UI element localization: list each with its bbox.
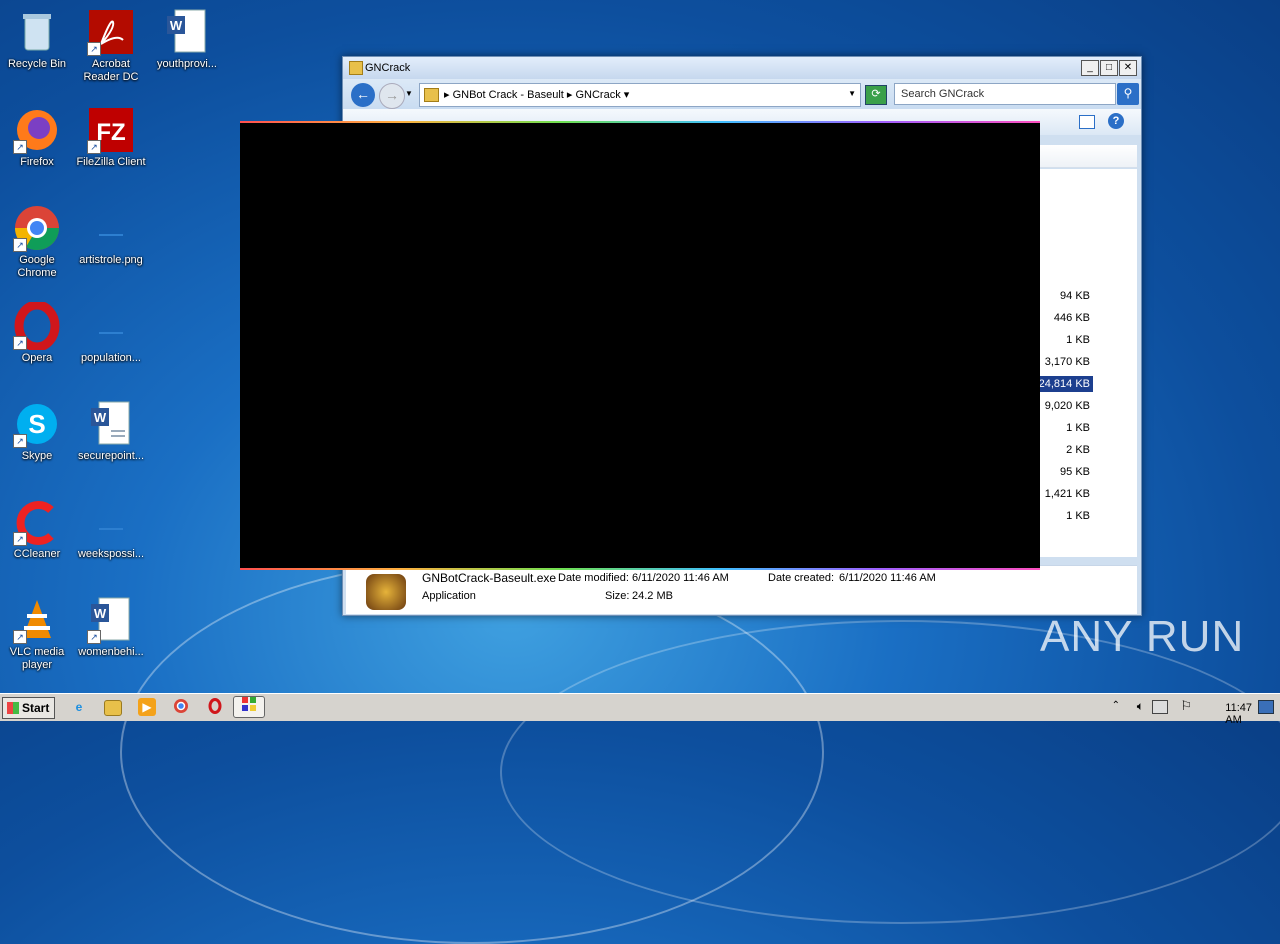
desktop-icon-acrobat[interactable]: ↗ Acrobat Reader DC <box>74 8 148 84</box>
taskbar: Start e ▶ ⌃ 🔈︎ ⚐ 11:47 AM <box>0 693 1280 726</box>
details-created-label: Date created: <box>768 572 835 584</box>
windows-logo-icon <box>7 702 19 714</box>
ccleaner-icon: ↗ <box>13 498 61 546</box>
details-type: Application <box>422 590 476 602</box>
shortcut-arrow-icon: ↗ <box>13 532 27 546</box>
media-player-icon[interactable]: ▶ <box>138 698 156 716</box>
application-icon <box>366 574 406 610</box>
file-size-cell[interactable]: 1 KB <box>1063 508 1093 524</box>
skype-icon: S ↗ <box>13 400 61 448</box>
details-size-label: Size: <box>605 590 630 602</box>
internet-explorer-icon[interactable]: e <box>70 698 88 716</box>
network-icon[interactable] <box>1152 700 1168 714</box>
file-size-cell[interactable]: 1 KB <box>1063 332 1093 348</box>
file-size-cell[interactable]: 24,814 KB <box>1035 376 1093 392</box>
shortcut-arrow-icon: ↗ <box>13 630 27 644</box>
file-size-cell[interactable]: 2 KB <box>1063 442 1093 458</box>
desktop-icon-artistrole[interactable]: artistrole.png <box>74 204 148 267</box>
anyrun-watermark: ANY RUN <box>1040 612 1245 661</box>
firefox-icon: ↗ <box>13 106 61 154</box>
desktop-icon-opera[interactable]: ↗ Opera <box>0 300 74 365</box>
svg-text:W: W <box>170 18 183 33</box>
active-app-taskbar-button[interactable] <box>233 696 265 718</box>
details-size-value: 24.2 MB <box>632 590 673 602</box>
details-pane: GNBotCrack-Baseult.exe Date modified: 6/… <box>346 565 1137 614</box>
opera-icon: ↗ <box>13 300 61 352</box>
shortcut-arrow-icon: ↗ <box>87 140 101 154</box>
overlay-bottom-border <box>240 568 1040 570</box>
details-filename: GNBotCrack-Baseult.exe <box>422 571 557 585</box>
action-center-flag-icon[interactable]: ⚐ <box>1180 698 1192 714</box>
details-modified-value: 6/11/2020 11:46 AM <box>632 572 729 584</box>
file-size-cell[interactable]: 9,020 KB <box>1042 398 1093 414</box>
desktop-icon-firefox[interactable]: ↗ Firefox <box>0 106 74 169</box>
desktop-icon-womenbehi[interactable]: W ↗ womenbehi... <box>74 596 148 659</box>
svg-text:W: W <box>94 606 107 621</box>
shortcut-arrow-icon: ↗ <box>87 42 101 56</box>
shortcut-arrow-icon: ↗ <box>87 630 101 644</box>
desktop-icon-recycle-bin[interactable]: Recycle Bin <box>0 8 74 71</box>
volume-icon[interactable]: 🔈︎ <box>1137 699 1144 714</box>
file-size-cell[interactable]: 1,421 KB <box>1042 486 1093 502</box>
image-file-icon <box>87 204 135 252</box>
opera-taskbar-icon[interactable] <box>206 698 224 716</box>
show-desktop-icon[interactable] <box>1258 700 1274 714</box>
desktop-icon-population[interactable]: population... <box>74 302 148 365</box>
file-size-cell[interactable]: 1 KB <box>1063 420 1093 436</box>
word-document-icon: W <box>87 400 135 448</box>
desktop-icon-youthprovi[interactable]: W youthprovi... <box>150 8 224 71</box>
desktop-icon-skype[interactable]: S ↗ Skype <box>0 400 74 463</box>
file-size-cell[interactable]: 3,170 KB <box>1042 354 1093 370</box>
shortcut-arrow-icon: ↗ <box>13 434 27 448</box>
file-size-cell[interactable]: 95 KB <box>1057 464 1093 480</box>
start-button[interactable]: Start <box>2 697 55 719</box>
desktop-icon-vlc[interactable]: ↗ VLC media player <box>0 596 74 672</box>
show-hidden-icons-icon[interactable]: ⌃ <box>1112 700 1120 711</box>
recycle-bin-icon <box>13 8 61 56</box>
file-size-cell[interactable]: 94 KB <box>1057 288 1093 304</box>
word-document-icon: W ↗ <box>87 596 135 644</box>
file-icon <box>87 302 135 350</box>
desktop-icon-ccleaner[interactable]: ↗ CCleaner <box>0 498 74 561</box>
acrobat-icon: ↗ <box>87 8 135 56</box>
vlc-cone-icon: ↗ <box>13 596 61 644</box>
file-size-cell[interactable]: 446 KB <box>1051 310 1093 326</box>
svg-text:W: W <box>94 410 107 425</box>
overlay-top-border <box>240 121 1040 123</box>
wallpaper-swoosh <box>500 620 1280 924</box>
chrome-taskbar-icon[interactable] <box>172 698 190 716</box>
details-created-value: 6/11/2020 11:46 AM <box>839 572 936 584</box>
shortcut-arrow-icon: ↗ <box>13 336 27 350</box>
svg-text:S: S <box>28 409 45 439</box>
explorer-folder-icon[interactable] <box>104 700 122 716</box>
chrome-icon: ↗ <box>13 204 61 252</box>
desktop-icon-filezilla[interactable]: FZ ↗ FileZilla Client <box>74 106 148 169</box>
shortcut-arrow-icon: ↗ <box>13 238 27 252</box>
desktop-icon-weekspossi[interactable]: weekspossi... <box>74 498 148 561</box>
desktop-icon-securepoint[interactable]: W securepoint... <box>74 400 148 463</box>
black-overlay-window[interactable] <box>240 121 1040 570</box>
desktop-icon-google-chrome[interactable]: ↗ Google Chrome <box>0 204 74 280</box>
word-document-icon: W <box>163 8 211 56</box>
file-icon <box>87 498 135 546</box>
filezilla-icon: FZ ↗ <box>87 106 135 154</box>
clock[interactable]: 11:47 AM <box>1225 702 1252 726</box>
details-modified-label: Date modified: <box>558 572 629 584</box>
shortcut-arrow-icon: ↗ <box>13 140 27 154</box>
